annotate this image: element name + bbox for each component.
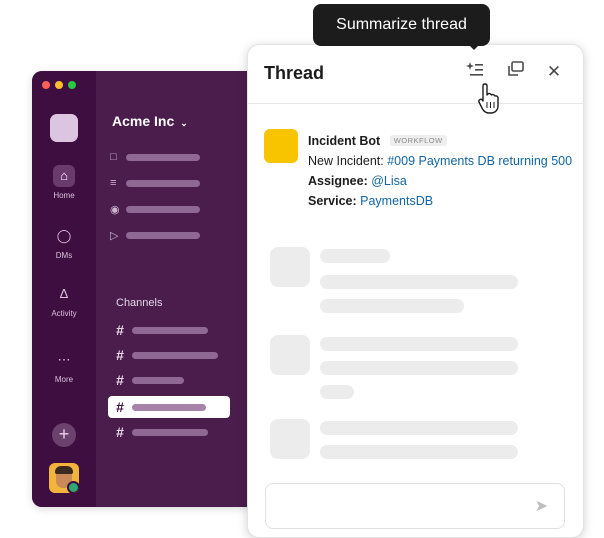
more-icon: ⋯ (57, 352, 71, 367)
rail-item-more[interactable]: ⋯ More (32, 349, 96, 384)
presence-indicator (67, 481, 79, 493)
sidebar-item-mentions[interactable]: ◉ (110, 203, 200, 216)
rail-item-label: Home (53, 191, 75, 200)
incident-link[interactable]: #009 Payments DB returning 500 (387, 154, 572, 168)
channel-name-placeholder (132, 428, 208, 436)
avatar-hair (55, 466, 73, 474)
service-label: Service: (308, 194, 357, 208)
channel-name-placeholder (132, 326, 208, 334)
hash-icon: # (116, 347, 124, 363)
header-divider (248, 103, 583, 104)
sidebar-item-placeholder (126, 206, 200, 213)
sidebar-item-placeholder (126, 232, 200, 239)
incident-label: New Incident: (308, 154, 384, 168)
reply-line-placeholder (320, 275, 518, 289)
dms-icon: ◯ (56, 228, 72, 243)
reply-input[interactable]: ➤ (265, 483, 565, 529)
reply-line-placeholder (320, 421, 518, 435)
reply-line-placeholder (320, 337, 518, 351)
service-line: Service: PaymentsDB (308, 191, 572, 211)
close-icon[interactable]: ✕ (543, 61, 565, 83)
rail-item-label: DMs (55, 251, 73, 260)
workspace-name: Acme Inc (112, 113, 175, 129)
tooltip-arrow (468, 44, 480, 50)
sidebar-item-sent[interactable]: ▷ (110, 229, 200, 242)
open-window-icon-svg (508, 61, 524, 76)
reply-line-placeholder (320, 299, 464, 313)
channel-item[interactable]: # (108, 369, 230, 391)
hash-icon: # (116, 399, 124, 415)
message-body: Incident Bot WORKFLOW New Incident: #009… (308, 131, 572, 211)
assignee-line: Assignee: @Lisa (308, 171, 572, 191)
hash-icon: # (116, 322, 124, 338)
channels-heading[interactable]: Channels (116, 297, 162, 309)
channel-item-selected[interactable]: # (108, 396, 230, 418)
sidebar-item-placeholder (126, 179, 200, 187)
hand-cursor-icon (478, 83, 499, 114)
reply-avatar-placeholder (270, 247, 310, 287)
rail-item-label: Activity (51, 309, 77, 318)
assignee-mention[interactable]: @Lisa (371, 174, 407, 188)
reply-line-placeholder (320, 385, 354, 399)
mention-icon: ◉ (110, 204, 120, 216)
summarize-icon[interactable] (464, 61, 486, 83)
bell-icon: ∆ (60, 286, 68, 301)
rail-item-activity[interactable]: ∆ Activity (32, 283, 96, 318)
thread-title: Thread (264, 63, 325, 83)
zoom-window-dot[interactable] (68, 81, 76, 89)
channel-item[interactable]: # (108, 421, 230, 443)
rail-item-home[interactable]: ⌂ Home (32, 165, 96, 200)
sidebar-item-list[interactable]: ≡ (110, 177, 200, 189)
bot-avatar[interactable] (264, 129, 298, 163)
channel-name-placeholder (132, 351, 218, 359)
home-icon: ⌂ (53, 165, 75, 187)
close-window-dot[interactable] (42, 81, 50, 89)
send-icon[interactable]: ➤ (535, 496, 548, 516)
reply-line-placeholder (320, 361, 518, 375)
reply-avatar-placeholder (270, 419, 310, 459)
channel-item[interactable]: # (108, 319, 230, 341)
send-icon: ▷ (110, 230, 119, 242)
rail-item-label: More (54, 375, 74, 384)
hash-icon: # (116, 372, 124, 388)
assignee-label: Assignee: (308, 174, 368, 188)
workflow-badge: WORKFLOW (389, 135, 447, 146)
avatar[interactable] (49, 463, 79, 493)
chevron-down-icon: ⌄ (180, 118, 188, 128)
sidebar-item-placeholder (126, 153, 200, 161)
sidebar-item-threads[interactable]: □ (110, 151, 200, 163)
window-controls (42, 81, 76, 89)
reply-line-placeholder (320, 445, 518, 459)
add-workspace-button[interactable]: + (52, 423, 76, 447)
thread-panel: Thread ✕ Incident Bot WORKFLOW New Incid… (247, 44, 584, 538)
sender-name[interactable]: Incident Bot (308, 134, 380, 148)
summarize-tooltip: Summarize thread (313, 4, 490, 46)
hash-icon: # (116, 424, 124, 440)
app-window: ⌂ Home ◯ DMs ∆ Activity ⋯ More + Acme In… (32, 71, 282, 507)
reply-line-placeholder (320, 249, 390, 263)
service-link[interactable]: PaymentsDB (360, 194, 433, 208)
channel-item[interactable]: # (108, 344, 230, 366)
threads-icon: □ (110, 151, 117, 163)
rail-item-dms[interactable]: ◯ DMs (32, 225, 96, 260)
minimize-window-dot[interactable] (55, 81, 63, 89)
list-icon: ≡ (110, 177, 117, 189)
workspace-logo[interactable] (50, 114, 78, 142)
workspace-switcher[interactable]: Acme Inc ⌄ (112, 113, 188, 129)
summarize-icon-svg (466, 62, 483, 76)
channel-name-placeholder (132, 376, 184, 384)
open-window-icon[interactable] (504, 61, 526, 83)
reply-avatar-placeholder (270, 335, 310, 375)
channel-name-placeholder (132, 403, 206, 411)
incident-line: New Incident: #009 Payments DB returning… (308, 151, 572, 171)
workspace-rail: ⌂ Home ◯ DMs ∆ Activity ⋯ More + (32, 71, 96, 507)
